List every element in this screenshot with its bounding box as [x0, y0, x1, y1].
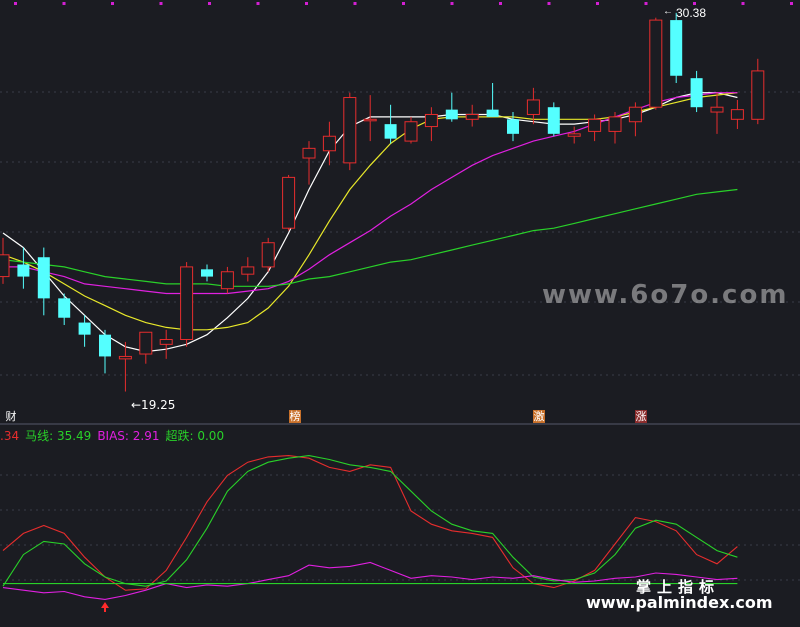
candle-body	[465, 113, 479, 120]
top-marker-dot	[256, 2, 260, 5]
indicator-line	[2, 455, 738, 591]
candle-body	[547, 107, 560, 134]
candle-body	[730, 109, 744, 120]
top-marker-dot	[499, 2, 502, 5]
candle-body	[0, 254, 10, 278]
top-marker-dot	[62, 2, 66, 5]
indicator-line	[2, 455, 738, 587]
top-marker-dot	[693, 2, 696, 5]
candle-body	[159, 339, 173, 345]
candle-body	[526, 99, 540, 115]
candle-body	[282, 176, 296, 229]
candle-body	[608, 116, 622, 132]
candle-body	[690, 78, 703, 108]
indicator-legend-item: 马线: 35.49	[25, 429, 92, 443]
candle-body	[424, 113, 438, 128]
top-marker-dot	[305, 2, 308, 5]
candle-body	[751, 70, 765, 120]
top-marker-dot	[208, 2, 211, 5]
candle-body	[201, 269, 213, 277]
indicator-legend-item: .34	[0, 429, 20, 443]
candle-body	[118, 355, 132, 360]
event-tag[interactable]: 财	[5, 410, 17, 423]
candle-body	[58, 298, 71, 318]
brand-url: www.palmindex.com	[586, 593, 773, 612]
candle-body	[180, 266, 194, 341]
candle-body	[220, 271, 234, 290]
top-marker-dot	[402, 2, 405, 5]
watermark-text: www.6o7o.com	[542, 280, 789, 310]
candle-body	[486, 109, 499, 117]
candle-body	[567, 133, 581, 137]
candle-body	[363, 118, 377, 122]
event-tag[interactable]: 涨	[635, 410, 647, 423]
candle-body	[404, 121, 418, 142]
indicator-legend: .34 马线: 35.49 BIAS: 2.91 超跌: 0.00	[0, 427, 230, 444]
stock-chart: 30.38← ←19.25	[0, 2, 800, 612]
candle-body	[710, 106, 724, 113]
indicator-legend-item: BIAS: 2.91	[97, 429, 160, 443]
candle-body	[507, 119, 519, 134]
top-marker-dot	[596, 2, 599, 5]
event-tag[interactable]: 榜	[289, 410, 301, 423]
top-marker-dot	[741, 2, 745, 5]
low-price-label: ←19.25	[131, 398, 175, 412]
candle-body	[78, 322, 91, 335]
candle-body	[17, 264, 30, 277]
candle-body	[139, 331, 153, 355]
event-tag[interactable]: 激	[533, 410, 545, 423]
top-marker-dot	[790, 2, 793, 5]
candle-body	[343, 97, 357, 164]
top-marker-dot	[644, 2, 648, 5]
candle-body	[588, 118, 602, 132]
high-price-marker: ←	[663, 6, 673, 17]
candle-body	[628, 106, 642, 123]
indicator-legend-item: 超跌: 0.00	[165, 429, 225, 443]
candle-body	[302, 147, 316, 159]
candle-body	[99, 334, 111, 357]
candle-body	[241, 266, 255, 275]
candle-body	[261, 242, 275, 268]
high-price-label: 30.38	[676, 6, 706, 20]
top-marker-dot	[14, 2, 17, 5]
moving-average-line	[2, 188, 738, 287]
candle-body	[445, 109, 458, 120]
candle-body	[670, 20, 683, 76]
candle-body	[322, 135, 336, 152]
top-marker-dot	[353, 2, 357, 5]
candle-body	[37, 257, 50, 299]
top-marker-dot	[450, 2, 454, 5]
candle-body	[649, 19, 663, 108]
top-marker-dot	[159, 2, 163, 5]
top-marker-dot	[547, 2, 551, 5]
candle-body	[384, 124, 397, 139]
top-marker-dot	[111, 2, 114, 5]
